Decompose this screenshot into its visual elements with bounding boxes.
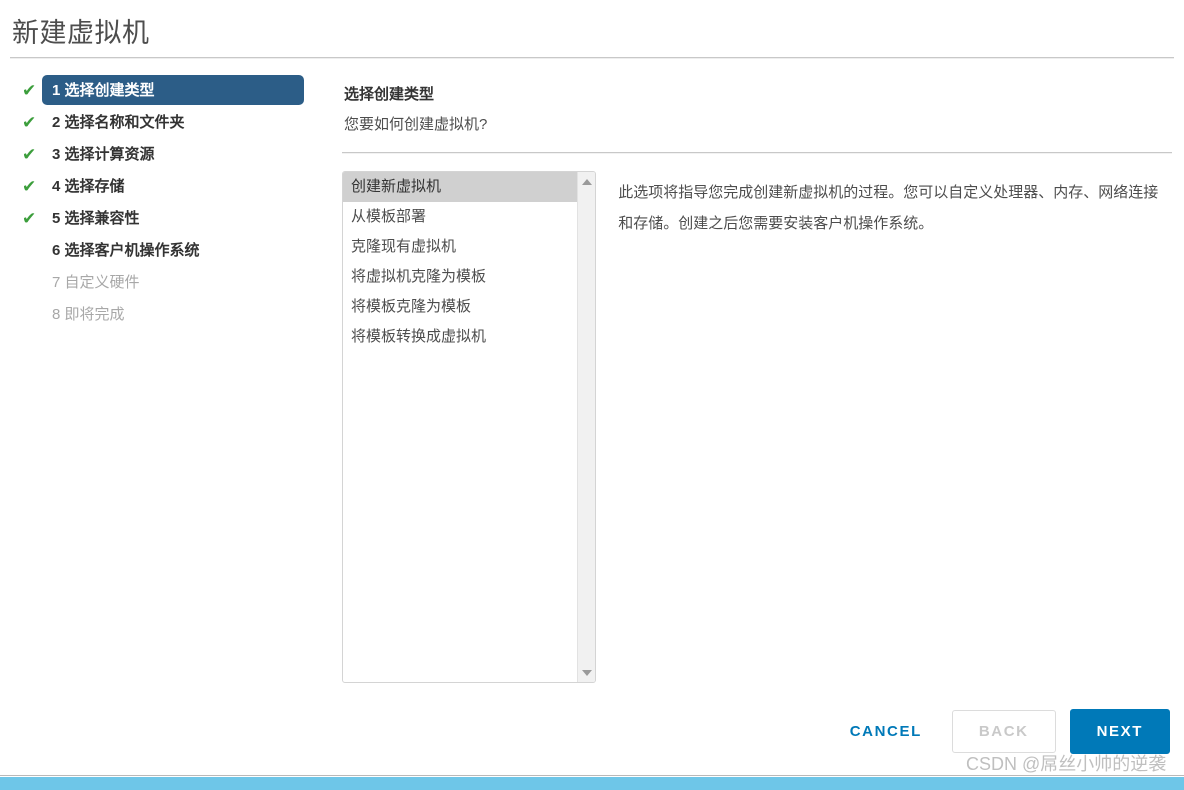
step-check-placeholder: ✔	[22, 274, 42, 291]
step-complete-check-icon: ✔	[22, 146, 42, 163]
wizard-footer: CANCEL BACK NEXT	[834, 709, 1170, 754]
creation-type-list[interactable]: 创建新虚拟机从模板部署克隆现有虚拟机将虚拟机克隆为模板将模板克隆为模板将模板转换…	[343, 172, 577, 682]
scroll-up-arrow-icon[interactable]	[578, 173, 595, 190]
wizard-step-8: ✔8 即将完成	[0, 298, 330, 330]
step-complete-check-icon: ✔	[22, 82, 42, 99]
wizard-step-4[interactable]: ✔4 选择存储	[0, 170, 330, 202]
step-complete-check-icon: ✔	[22, 178, 42, 195]
listbox-scrollbar[interactable]	[577, 172, 595, 682]
selection-area: 创建新虚拟机从模板部署克隆现有虚拟机将虚拟机克隆为模板将模板克隆为模板将模板转换…	[342, 171, 1174, 683]
creation-type-listbox[interactable]: 创建新虚拟机从模板部署克隆现有虚拟机将虚拟机克隆为模板将模板克隆为模板将模板转换…	[342, 171, 596, 683]
creation-type-option[interactable]: 将模板转换成虚拟机	[343, 322, 577, 352]
creation-type-option[interactable]: 克隆现有虚拟机	[343, 232, 577, 262]
bottom-band	[0, 777, 1184, 790]
wizard-step-label: 8 即将完成	[42, 299, 135, 329]
wizard-step-2[interactable]: ✔2 选择名称和文件夹	[0, 106, 330, 138]
step-complete-check-icon: ✔	[22, 210, 42, 227]
creation-type-option[interactable]: 将虚拟机克隆为模板	[343, 262, 577, 292]
wizard-step-3[interactable]: ✔3 选择计算资源	[0, 138, 330, 170]
bottom-rule	[0, 775, 1184, 776]
wizard-step-label: 1 选择创建类型	[42, 75, 304, 105]
wizard-step-1[interactable]: ✔1 选择创建类型	[0, 74, 330, 106]
step-check-placeholder: ✔	[22, 306, 42, 323]
wizard-step-7: ✔7 自定义硬件	[0, 266, 330, 298]
back-button: BACK	[952, 710, 1056, 753]
page-title: 新建虚拟机	[12, 11, 150, 50]
step-complete-check-icon: ✔	[22, 114, 42, 131]
creation-type-description: 此选项将指导您完成创建新虚拟机的过程。您可以自定义处理器、内存、网络连接和存储。…	[596, 171, 1174, 683]
wizard-step-label: 7 自定义硬件	[42, 267, 150, 297]
content-divider	[342, 152, 1172, 154]
wizard-step-label: 4 选择存储	[42, 171, 135, 201]
scroll-down-arrow-icon[interactable]	[578, 664, 595, 681]
content-subheading: 您要如何创建虚拟机?	[344, 113, 1174, 134]
wizard-step-5[interactable]: ✔5 选择兼容性	[0, 202, 330, 234]
cancel-button[interactable]: CANCEL	[834, 713, 938, 750]
content-heading: 选择创建类型	[344, 83, 1174, 104]
creation-type-option[interactable]: 从模板部署	[343, 202, 577, 232]
wizard-step-label: 6 选择客户机操作系统	[42, 235, 210, 265]
content-pane: 选择创建类型 您要如何创建虚拟机? 创建新虚拟机从模板部署克隆现有虚拟机将虚拟机…	[342, 74, 1174, 683]
step-check-placeholder: ✔	[22, 242, 42, 259]
creation-type-option[interactable]: 创建新虚拟机	[343, 172, 577, 202]
title-divider	[10, 57, 1174, 59]
creation-type-option[interactable]: 将模板克隆为模板	[343, 292, 577, 322]
wizard-steps-nav: ✔1 选择创建类型✔2 选择名称和文件夹✔3 选择计算资源✔4 选择存储✔5 选…	[0, 74, 330, 330]
wizard-step-6[interactable]: ✔6 选择客户机操作系统	[0, 234, 330, 266]
wizard-step-label: 2 选择名称和文件夹	[42, 107, 195, 137]
next-button[interactable]: NEXT	[1070, 709, 1170, 754]
wizard-step-label: 3 选择计算资源	[42, 139, 165, 169]
wizard-step-label: 5 选择兼容性	[42, 203, 150, 233]
